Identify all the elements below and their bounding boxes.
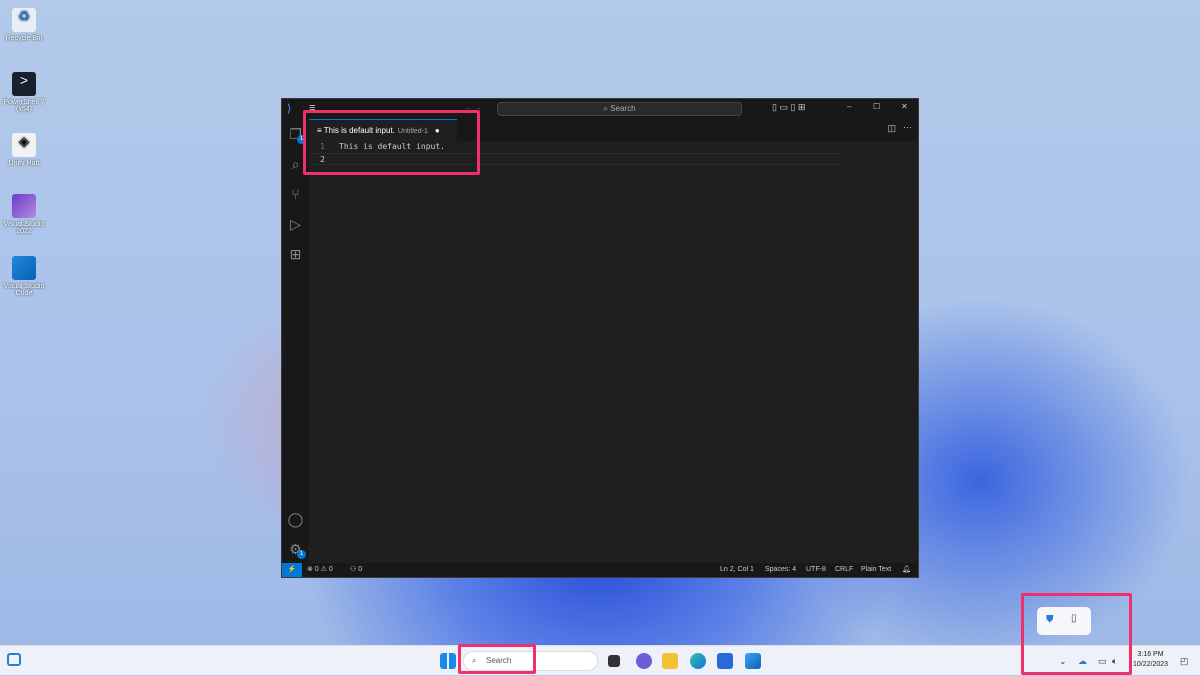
edge-icon[interactable] [690, 653, 706, 669]
notifications-bell-icon[interactable]: 🔔︎ [902, 563, 911, 577]
activity-bar: ❐ 1 ⌕ ⑂ ▷ ⊞ ◯ ⚙ 1 [282, 119, 309, 564]
icon-label: Unity Hub [8, 160, 40, 167]
highlight-box-editor-tab [303, 110, 480, 175]
date: 10/22/2023 [1133, 661, 1169, 668]
desktop-icon-visual-studio[interactable]: Visual Studio 2022 [0, 194, 48, 235]
task-view-icon[interactable] [608, 655, 620, 667]
store-icon[interactable] [717, 653, 733, 669]
desktop-icon-unity-hub[interactable]: ◈ Unity Hub [0, 133, 48, 167]
remote-icon[interactable]: ⚡ [282, 563, 302, 577]
line-ending[interactable]: CRLF [835, 563, 853, 577]
settings-gear-icon[interactable]: ⚙ 1 [282, 534, 309, 564]
close-button[interactable]: ✕ [901, 102, 908, 111]
icon-label: PowerShell 7 (x64) [3, 99, 45, 113]
maximize-button[interactable]: ☐ [873, 102, 880, 111]
desktop-icon-recycle-bin[interactable]: ♻ Recycle Bin [0, 8, 48, 42]
extensions-icon[interactable]: ⊞ [282, 239, 309, 269]
vscode-taskbar-icon[interactable] [745, 653, 761, 669]
cursor-position[interactable]: Ln 2, Col 1 [720, 563, 754, 577]
layout-icons[interactable]: ▯ ▭ ▯ ⊞ [772, 102, 805, 113]
highlight-box-taskbar-search [458, 644, 536, 674]
desktop-icon-powershell[interactable]: > PowerShell 7 (x64) [0, 72, 48, 113]
editor-area[interactable]: 1 This is default input. 2 [309, 141, 918, 563]
minimize-button[interactable]: – [847, 102, 851, 111]
status-bar: ⚡ ⊗ 0 ⚠ 0 ⚇ 0 Ln 2, Col 1 Spaces: 4 UTF-… [282, 563, 918, 577]
icon-label: Visual Studio 2022 [3, 221, 45, 235]
widgets-icon[interactable] [7, 653, 21, 666]
warnings-count: 0 [328, 566, 333, 573]
powershell-icon: > [12, 72, 36, 96]
highlight-box-system-tray [1021, 593, 1132, 675]
chat-icon[interactable] [636, 653, 652, 669]
clock[interactable]: 3:16 PM 10/22/2023 [1133, 650, 1168, 670]
icon-label: Recycle Bin [5, 35, 43, 42]
settings-badge: 1 [297, 550, 306, 559]
ports-indicator[interactable]: ⚇ 0 [350, 563, 362, 577]
source-control-icon[interactable]: ⑂ [282, 179, 309, 209]
time: 3:16 PM [1137, 651, 1164, 658]
account-icon[interactable]: ◯ [282, 504, 309, 534]
start-button[interactable] [440, 653, 456, 669]
more-actions-icon[interactable]: ··· [903, 122, 912, 132]
problems-indicator[interactable]: ⊗ 0 ⚠ 0 [307, 563, 333, 577]
command-search[interactable]: ⌕ Search [497, 102, 742, 116]
indentation[interactable]: Spaces: 4 [765, 563, 796, 577]
file-explorer-icon[interactable] [662, 653, 678, 669]
vscode-logo-icon: ⟩ [287, 103, 292, 115]
desktop-icon-vscode[interactable]: Visual Studio Code [0, 256, 48, 297]
split-editor-icon[interactable]: ◫ [887, 123, 896, 134]
ports-count: 0 [358, 566, 363, 573]
errors-count: 0 [314, 566, 319, 573]
unity-icon: ◈ [12, 133, 36, 157]
icon-label: Visual Studio Code [3, 283, 45, 297]
recycle-bin-icon: ♻ [12, 8, 36, 32]
visual-studio-icon [12, 194, 36, 218]
vscode-icon [12, 256, 36, 280]
language-mode[interactable]: Plain Text [861, 563, 891, 577]
encoding[interactable]: UTF-8 [806, 563, 826, 577]
notification-icon[interactable]: ◰ [1180, 646, 1189, 676]
run-debug-icon[interactable]: ▷ [282, 209, 309, 239]
taskbar: ⌕ Search ⌄ ☁ ▭ 🔈︎ 3:16 PM 10/22/2023 ◰ [0, 645, 1200, 675]
search-label: Search [610, 104, 636, 113]
